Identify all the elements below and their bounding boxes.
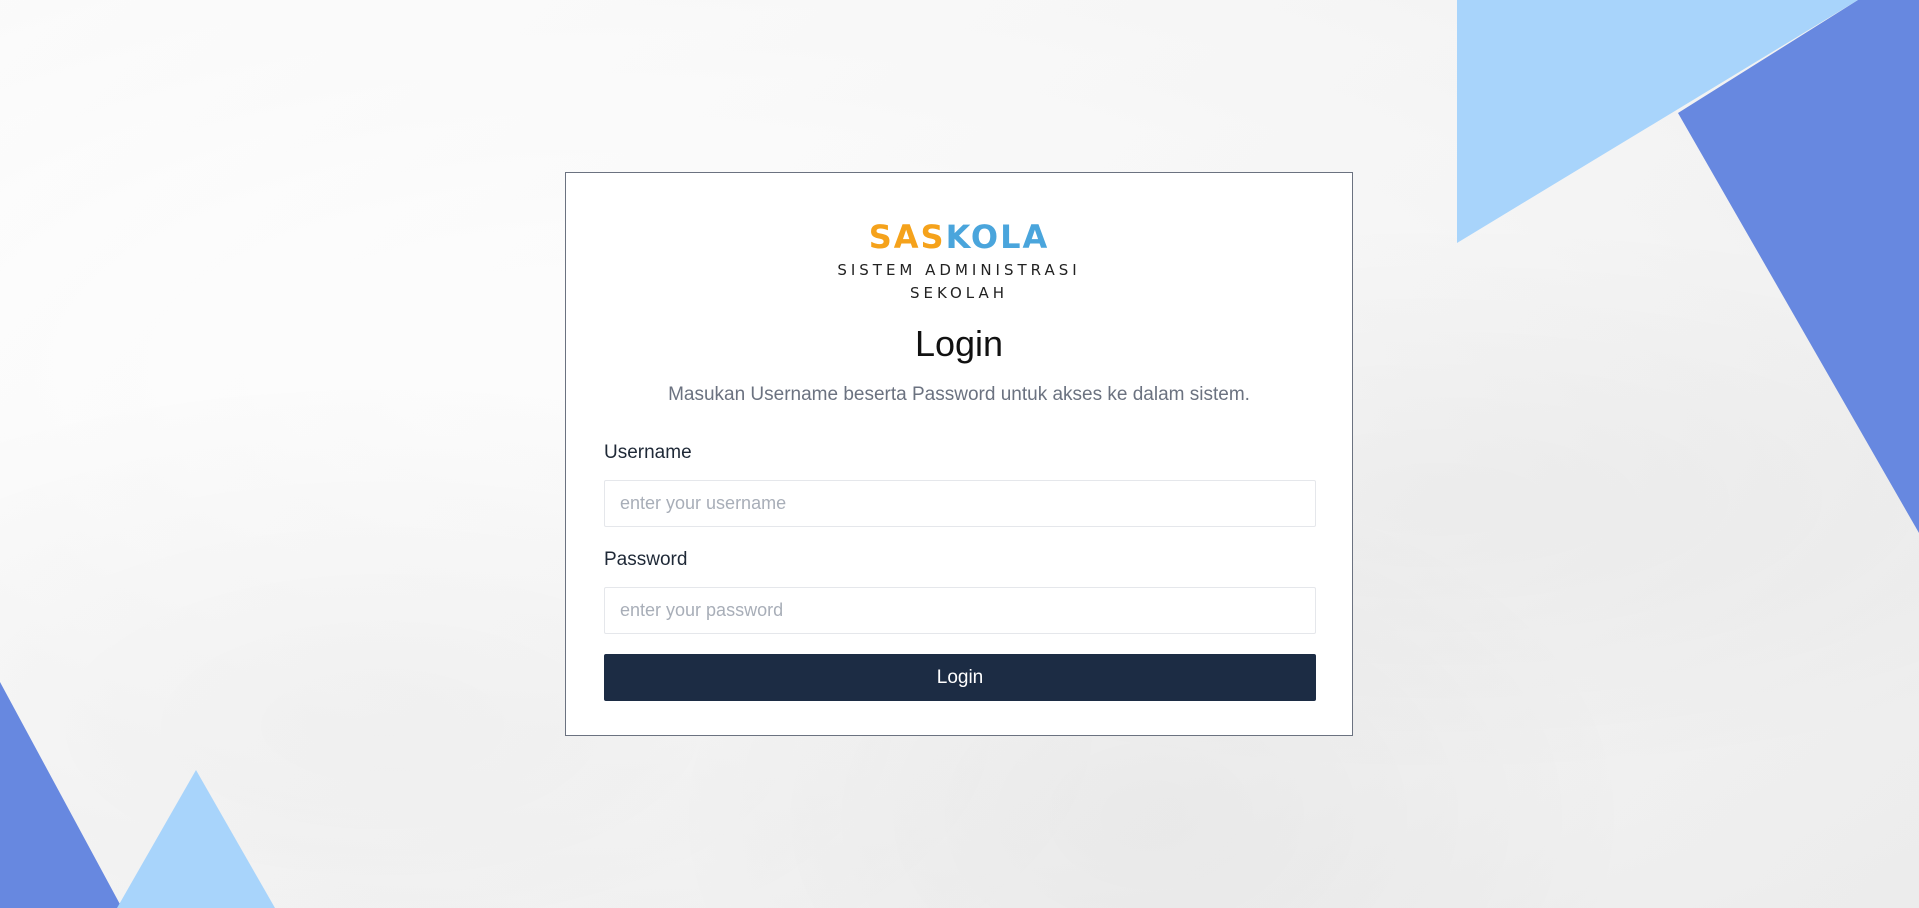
- password-label: Password: [604, 549, 688, 570]
- page-subtitle: Masukan Username beserta Password untuk …: [668, 384, 1250, 405]
- username-input[interactable]: [604, 480, 1316, 527]
- logo-tagline: SISTEM ADMINISTRASI SEKOLAH: [837, 261, 1081, 302]
- password-input[interactable]: [604, 587, 1316, 634]
- saskola-logo: SASKOLA SISTEM ADMINISTRASI SEKOLAH: [566, 221, 1352, 305]
- logo-part-sas: SAS: [868, 218, 946, 256]
- login-button[interactable]: Login: [604, 654, 1316, 701]
- login-card: SASKOLA SISTEM ADMINISTRASI SEKOLAH Logi…: [565, 172, 1353, 736]
- page-title: Login: [914, 323, 1004, 364]
- username-label: Username: [604, 442, 692, 463]
- logo-part-kola: KOLA: [945, 218, 1050, 256]
- logo-wordmark: SASKOLA: [566, 221, 1352, 253]
